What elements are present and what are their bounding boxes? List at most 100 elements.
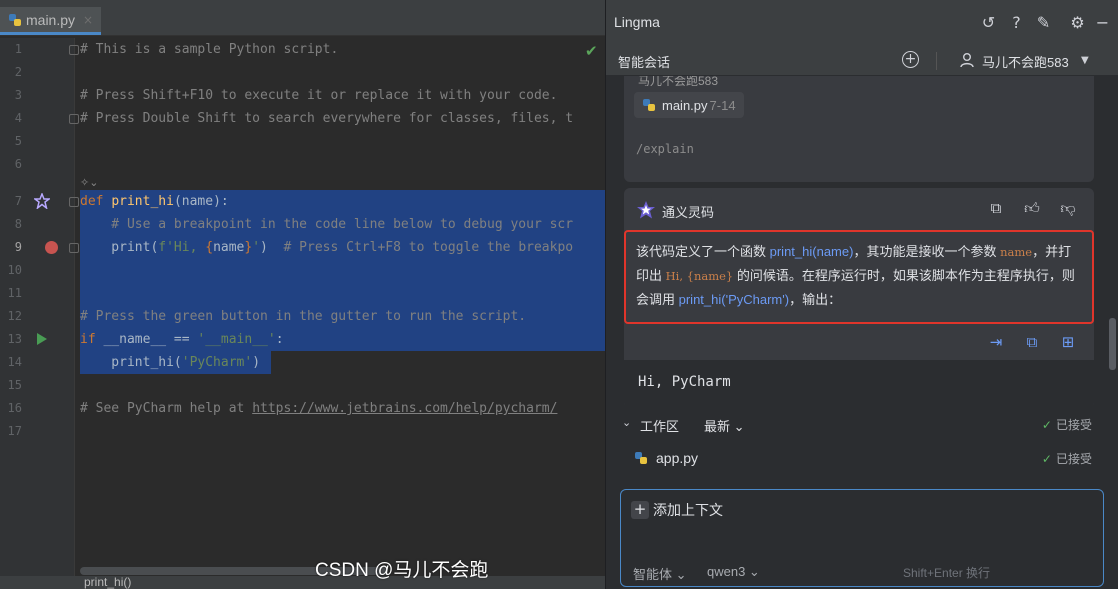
line-number: 17 <box>7 424 22 438</box>
answer-segment: 该代码定义了一个函数 <box>636 244 770 259</box>
code-line[interactable]: def print_hi(name): <box>80 190 229 213</box>
add-context-button[interactable]: + 添加上下文 <box>631 500 723 520</box>
keyword: if <box>80 332 104 347</box>
breakpoint-icon[interactable] <box>45 241 58 254</box>
line-number: 9 <box>14 240 22 254</box>
tab-main-py[interactable]: main.py × <box>0 7 102 35</box>
code-line[interactable]: print_hi('PyCharm') <box>80 351 260 374</box>
panel-title: Lingma <box>614 14 660 30</box>
message-author: 马儿不会跑583 <box>638 76 719 86</box>
chevron-down-icon[interactable]: ⌄ <box>622 416 631 429</box>
workspace-header[interactable]: ⌄ 工作区 最新 ⌄ ✓ 已接受 <box>620 408 1102 438</box>
line-number: 12 <box>7 309 22 323</box>
mode-label: 智能体 <box>633 567 673 582</box>
inspection-ok-icon[interactable]: ✔ <box>585 42 598 60</box>
line-number: 4 <box>14 111 22 125</box>
csdn-watermark: CSDN @马儿不会跑 <box>315 560 489 581</box>
code-line[interactable]: # Press the green button in the gutter t… <box>80 305 526 328</box>
fold-marker[interactable] <box>69 197 79 207</box>
thumbs-up-icon[interactable]: 👍︎ <box>1022 198 1042 218</box>
inline-code: Hi, {name} <box>665 269 734 283</box>
run-gutter-icon[interactable] <box>37 333 47 345</box>
comment: # Press Ctrl+F8 to toggle the breakpo <box>267 240 574 255</box>
settings-icon[interactable]: ⚙ <box>1068 13 1087 32</box>
code-symbol-link[interactable]: print_hi(name) <box>770 244 854 259</box>
new-chat-icon[interactable]: + <box>902 51 919 68</box>
fold-marker[interactable] <box>69 45 79 55</box>
code-text: : <box>275 332 284 347</box>
reference-file: main.py <box>662 97 708 113</box>
edit-icon[interactable]: ✎ <box>1034 13 1053 32</box>
thumbs-down-icon[interactable]: 👎︎ <box>1058 198 1078 218</box>
code-text: print_hi( <box>80 355 182 370</box>
code-text: ) <box>260 240 268 255</box>
code-line[interactable]: # This is a sample Python script. <box>80 38 338 61</box>
assistant-name: 通义灵码 <box>662 205 715 220</box>
line-number: 2 <box>14 65 22 79</box>
status-text: 已接受 <box>1055 418 1092 432</box>
model-select[interactable]: qwen3 ⌄ <box>707 564 760 580</box>
chat-scrollbar[interactable] <box>1109 318 1116 370</box>
code-line[interactable]: # Use a breakpoint in the code line belo… <box>80 213 573 236</box>
status-text: 已接受 <box>1055 452 1092 466</box>
assistant-message-card: 通义灵码 ⧉ 👍︎ 👎︎ 该代码定义了一个函数 print_hi(name)，其… <box>624 188 1094 408</box>
breadcrumb: print_hi() <box>0 575 605 589</box>
workspace-filter[interactable]: 最新 ⌄ <box>704 416 745 435</box>
answer-segment: ，输出： <box>789 292 842 307</box>
workspace-panel: ⌄ 工作区 最新 ⌄ ✓ 已接受 app.py ✓ 已接受 <box>620 406 1102 478</box>
panel-header: Lingma ↺ ? ✎ ⚙ − <box>606 0 1118 46</box>
minimize-icon[interactable]: − <box>1093 13 1112 32</box>
user-message-card: 马儿不会跑583 main.py 7-14 /explain <box>624 76 1094 182</box>
help-icon[interactable]: ? <box>1007 13 1026 32</box>
help-link[interactable]: https://www.jetbrains.com/help/pycharm/ <box>252 401 557 416</box>
workspace-filter-label: 最新 <box>704 419 731 434</box>
code-reference-chip[interactable]: main.py 7-14 <box>634 92 744 118</box>
chat-input[interactable]: + 添加上下文 智能体 ⌄ qwen3 ⌄ Shift+Enter 换行 <box>620 489 1104 587</box>
copy-code-icon[interactable]: ⧉ <box>1022 332 1042 352</box>
function-name: print_hi <box>111 194 174 209</box>
code-text: __name__ == <box>103 332 198 347</box>
editor-tab-bar: main.py × <box>0 0 605 36</box>
lingma-gutter-icon[interactable] <box>34 193 50 209</box>
tab-smart-chat[interactable]: 智能会话 <box>618 52 670 71</box>
mode-select[interactable]: 智能体 ⌄ <box>633 564 687 583</box>
code-line[interactable]: # See PyCharm help at https://www.jetbra… <box>80 397 557 420</box>
line-number: 14 <box>7 355 22 369</box>
line-number: 16 <box>7 401 22 415</box>
code-symbol-link[interactable]: print_hi('PyCharm') <box>679 292 789 307</box>
insert-code-icon[interactable]: ⇥ <box>986 332 1006 352</box>
chevron-down-icon[interactable]: ▼ <box>1081 55 1089 66</box>
ai-hint-icon[interactable]: ✧⌄ <box>80 176 98 189</box>
command-text: /explain <box>636 142 694 156</box>
line-number: 8 <box>14 217 22 231</box>
code-line[interactable]: # Press Shift+F10 to execute it or repla… <box>80 84 557 107</box>
code-editor[interactable]: main.py × 1 2 3 4 5 6 7 8 9 10 11 12 13 … <box>0 0 605 589</box>
check-circle-icon: ✓ <box>1041 418 1052 432</box>
breadcrumb-function[interactable]: print_hi() <box>84 575 131 589</box>
workspace-file-name[interactable]: app.py <box>656 450 698 466</box>
tab-close-icon[interactable]: × <box>83 13 93 27</box>
code-text: name <box>213 240 245 255</box>
history-icon[interactable]: ↺ <box>979 13 998 32</box>
code-line[interactable]: if __name__ == '__main__': <box>80 328 284 351</box>
string: f'Hi, <box>158 240 206 255</box>
copy-icon[interactable]: ⧉ <box>986 198 1006 218</box>
code-line[interactable]: # Press Double Shift to search everywher… <box>80 107 573 130</box>
code-line[interactable]: print(f'Hi, {name}') # Press Ctrl+F8 to … <box>80 236 573 259</box>
workspace-file-row[interactable]: app.py ✓ 已接受 <box>620 442 1102 472</box>
code-output-text: Hi, PyCharm <box>638 374 731 390</box>
add-context-label: 添加上下文 <box>653 502 723 518</box>
answer-segment: ，其功能是接收一个参数 <box>853 244 1001 259</box>
fold-marker[interactable] <box>69 243 79 253</box>
user-name[interactable]: 马儿不会跑583 <box>982 52 1069 71</box>
python-file-icon <box>643 99 655 111</box>
user-icon[interactable] <box>959 52 975 68</box>
code-output-block: Hi, PyCharm <box>624 360 1094 408</box>
tongyi-lingma-logo-icon <box>637 201 655 219</box>
new-file-icon[interactable]: ⊞ <box>1058 332 1078 352</box>
line-number: 1 <box>14 42 22 56</box>
code-text: ) <box>252 355 261 370</box>
inline-code: name <box>1000 245 1033 259</box>
line-number: 10 <box>7 263 22 277</box>
fold-marker[interactable] <box>69 114 79 124</box>
